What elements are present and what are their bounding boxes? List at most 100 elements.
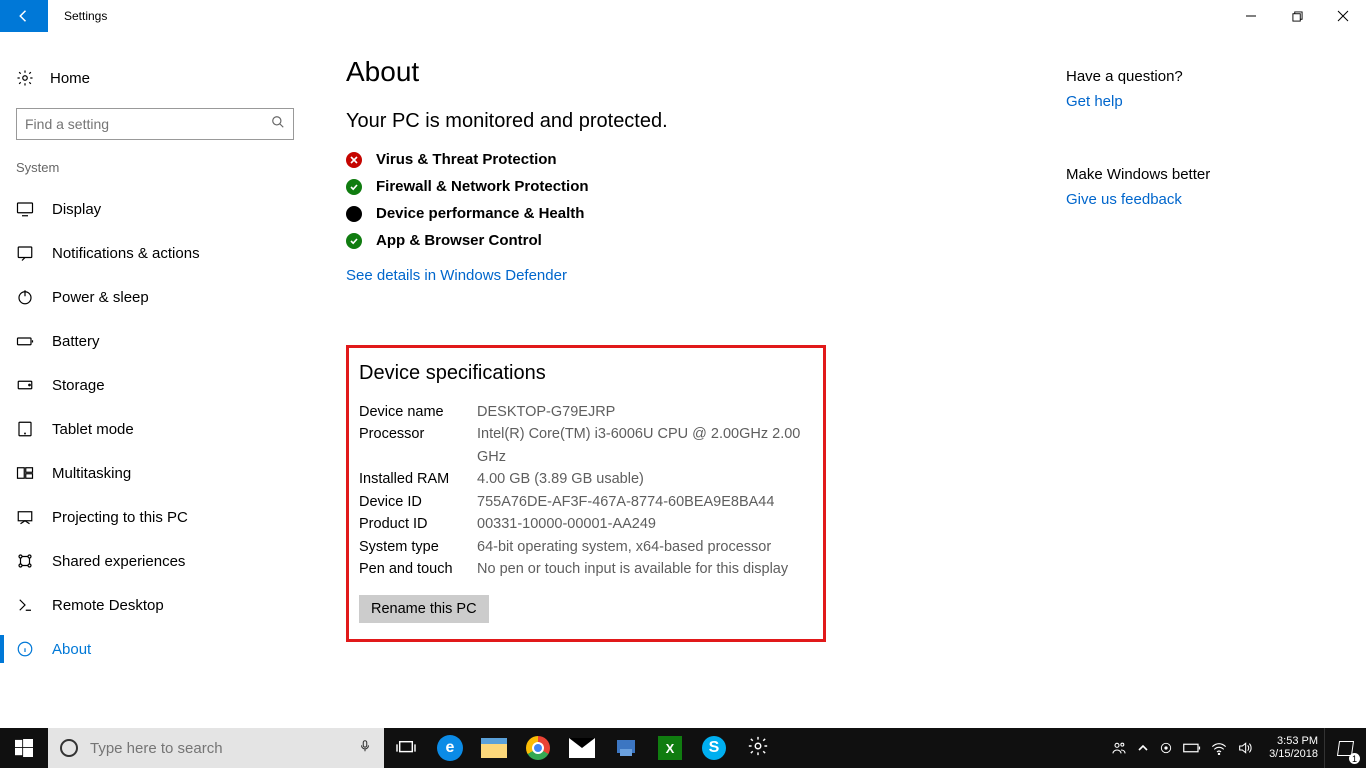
device-spec-box: Device specifications Device nameDESKTOP… (346, 345, 826, 642)
sidebar-item-notifications[interactable]: Notifications & actions (0, 231, 310, 275)
gear-icon (16, 69, 34, 87)
spec-label: System type (359, 536, 477, 558)
feedback-link[interactable]: Give us feedback (1066, 191, 1316, 208)
status-bad-icon (346, 152, 362, 168)
sidebar-item-power[interactable]: Power & sleep (0, 275, 310, 319)
rename-pc-button[interactable]: Rename this PC (359, 595, 489, 623)
status-app-browser: App & Browser Control (346, 232, 1066, 249)
status-label: App & Browser Control (376, 232, 542, 249)
spec-label: Device name (359, 401, 477, 423)
back-button[interactable] (0, 0, 48, 32)
status-neutral-icon (346, 206, 362, 222)
sidebar-item-label: Notifications & actions (52, 245, 200, 262)
spec-value: 755A76DE-AF3F-467A-8774-60BEA9E8BA44 (477, 491, 813, 513)
spec-label: Processor (359, 423, 477, 468)
spec-value: 4.00 GB (3.89 GB usable) (477, 468, 813, 490)
sidebar-item-battery[interactable]: Battery (0, 319, 310, 363)
spec-label: Product ID (359, 513, 477, 535)
spec-label: Pen and touch (359, 558, 477, 580)
clock-time: 3:53 PM (1269, 735, 1318, 748)
sidebar-item-storage[interactable]: Storage (0, 363, 310, 407)
people-icon[interactable] (1111, 740, 1127, 756)
sidebar-item-shared[interactable]: Shared experiences (0, 539, 310, 583)
taskbar-app-mail[interactable] (560, 728, 604, 768)
sidebar-item-label: Battery (52, 333, 100, 350)
status-label: Firewall & Network Protection (376, 178, 589, 195)
shared-icon (16, 552, 34, 570)
status-label: Device performance & Health (376, 205, 584, 222)
spec-value: No pen or touch input is available for t… (477, 558, 813, 580)
cortana-icon (60, 739, 78, 757)
wifi-icon[interactable] (1211, 741, 1227, 755)
system-tray[interactable]: 3:53 PM 3/15/2018 (1111, 735, 1324, 761)
minimize-button[interactable] (1228, 0, 1274, 32)
sidebar-item-tablet[interactable]: Tablet mode (0, 407, 310, 451)
remote-icon (16, 596, 34, 614)
sidebar-item-about[interactable]: About (0, 627, 310, 671)
status-label: Virus & Threat Protection (376, 151, 557, 168)
tablet-icon (16, 420, 34, 438)
spec-value: DESKTOP-G79EJRP (477, 401, 813, 423)
get-help-link[interactable]: Get help (1066, 93, 1316, 110)
feedback-heading: Make Windows better (1066, 166, 1316, 183)
sidebar-item-projecting[interactable]: Projecting to this PC (0, 495, 310, 539)
spec-value: 00331-10000-00001-AA249 (477, 513, 813, 535)
power-icon (16, 288, 34, 306)
main-area: About Your PC is monitored and protected… (310, 32, 1366, 728)
sidebar-item-label: About (52, 641, 91, 658)
close-button[interactable] (1320, 0, 1366, 32)
sidebar-item-label: Remote Desktop (52, 597, 164, 614)
about-icon (16, 640, 34, 658)
storage-icon (16, 376, 34, 394)
titlebar: Settings (0, 0, 1366, 32)
status-ok-icon (346, 179, 362, 195)
taskbar-search[interactable] (48, 728, 384, 768)
sidebar-item-label: Power & sleep (52, 289, 149, 306)
sidebar-item-display[interactable]: Display (0, 187, 310, 231)
sidebar-item-label: Multitasking (52, 465, 131, 482)
spec-label: Device ID (359, 491, 477, 513)
battery-tray-icon[interactable] (1183, 742, 1201, 754)
sidebar-item-multitasking[interactable]: Multitasking (0, 451, 310, 495)
taskbar-app-explorer[interactable] (472, 728, 516, 768)
defender-link[interactable]: See details in Windows Defender (346, 267, 567, 284)
taskbar-app-excel[interactable]: X (648, 728, 692, 768)
taskbar-app-settings[interactable] (736, 728, 780, 768)
start-button[interactable] (0, 728, 48, 768)
spec-title: Device specifications (359, 362, 813, 385)
taskbar-app-edge[interactable]: e (428, 728, 472, 768)
action-center-button[interactable]: 1 (1324, 728, 1366, 768)
taskbar-app-chrome[interactable] (516, 728, 560, 768)
taskbar: e X S 3:53 PM 3/15/2018 1 (0, 728, 1366, 768)
multitasking-icon (16, 464, 34, 482)
spec-value: Intel(R) Core(TM) i3-6006U CPU @ 2.00GHz… (477, 423, 813, 468)
notification-badge: 1 (1349, 753, 1360, 764)
status-virus: Virus & Threat Protection (346, 151, 1066, 168)
sidebar-item-remote[interactable]: Remote Desktop (0, 583, 310, 627)
search-input[interactable] (25, 116, 271, 132)
spec-label: Installed RAM (359, 468, 477, 490)
chevron-up-icon[interactable] (1137, 742, 1149, 754)
clock[interactable]: 3:53 PM 3/15/2018 (1269, 735, 1318, 761)
notifications-icon (16, 244, 34, 262)
maximize-button[interactable] (1274, 0, 1320, 32)
taskbar-search-input[interactable] (90, 740, 346, 757)
sidebar-item-label: Storage (52, 377, 105, 394)
display-icon (16, 200, 34, 218)
taskbar-app-generic1[interactable] (604, 728, 648, 768)
status-firewall: Firewall & Network Protection (346, 178, 1066, 195)
sidebar-home[interactable]: Home (0, 56, 310, 100)
sidebar-home-label: Home (50, 70, 90, 87)
side-panel: Have a question? Get help Make Windows b… (1066, 56, 1316, 728)
search-icon (271, 115, 285, 134)
sidebar-search[interactable] (16, 108, 294, 140)
location-icon[interactable] (1159, 741, 1173, 755)
sidebar-item-label: Tablet mode (52, 421, 134, 438)
sidebar-section: System (0, 160, 310, 187)
volume-icon[interactable] (1237, 740, 1253, 756)
mic-icon[interactable] (358, 737, 372, 760)
taskbar-app-skype[interactable]: S (692, 728, 736, 768)
task-view-button[interactable] (384, 728, 428, 768)
sidebar: Home System Display Notifications & acti… (0, 32, 310, 728)
help-heading: Have a question? (1066, 68, 1316, 85)
